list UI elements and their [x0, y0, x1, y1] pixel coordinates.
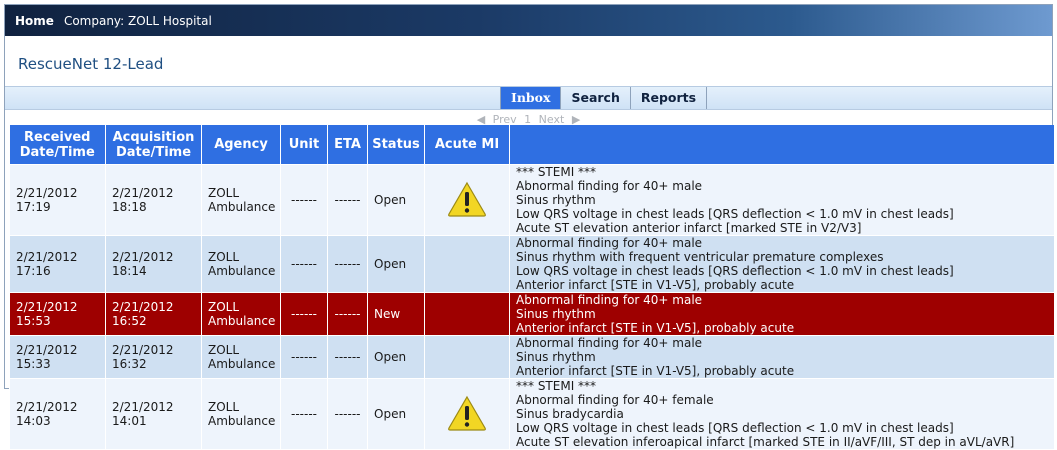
- acute-mi-cell: [424, 335, 510, 379]
- table-row[interactable]: 2/21/2012 17:19 2/21/2012 18:18 ZOLL Ambula…: [9, 164, 1055, 236]
- received-cell: 2/21/2012 15:33: [9, 335, 106, 379]
- tab-search[interactable]: Search: [561, 87, 631, 109]
- top-navigation-bar: Home Company: ZOLL Hospital: [5, 5, 1052, 36]
- unit-cell: ------: [280, 292, 328, 336]
- tab-inbox[interactable]: Inbox: [500, 87, 562, 109]
- col-received[interactable]: Received Date/Time: [9, 125, 106, 165]
- interpretation-cell: Abnormal finding for 40+ male Sinus rhyt…: [509, 335, 1055, 379]
- acquisition-cell: 2/21/2012 18:14: [105, 235, 202, 293]
- acquisition-cell: 2/21/2012 18:18: [105, 164, 202, 236]
- tab-reports[interactable]: Reports: [631, 87, 708, 109]
- table-row[interactable]: 2/21/2012 17:16 2/21/2012 18:14 ZOLL Ambula…: [9, 235, 1055, 293]
- col-acquisition[interactable]: Acquisition Date/Time: [105, 125, 202, 165]
- table-header-row: Received Date/Time Acquisition Date/Time A…: [9, 125, 1055, 165]
- acquisition-cell: 2/21/2012 16:52: [105, 292, 202, 336]
- unit-cell: ------: [280, 378, 328, 450]
- acute-mi-cell: [424, 378, 510, 450]
- table-row[interactable]: 2/21/2012 15:33 2/21/2012 16:32 ZOLL Ambula…: [9, 335, 1055, 379]
- col-acute-mi[interactable]: Acute MI: [424, 125, 510, 165]
- received-cell: 2/21/2012 17:19: [9, 164, 106, 236]
- ecg-inbox-table: Received Date/Time Acquisition Date/Time A…: [9, 125, 1055, 450]
- status-cell: Open: [367, 335, 425, 379]
- status-cell: Open: [367, 378, 425, 450]
- interpretation-cell: *** STEMI *** Abnormal finding for 40+ f…: [509, 378, 1055, 450]
- agency-cell: ZOLL Ambulance: [201, 164, 281, 236]
- acute-mi-cell: [424, 235, 510, 293]
- status-cell: Open: [367, 164, 425, 236]
- eta-cell: ------: [327, 378, 368, 450]
- eta-cell: ------: [327, 292, 368, 336]
- home-link[interactable]: Home: [15, 14, 54, 28]
- received-cell: 2/21/2012 15:53: [9, 292, 106, 336]
- eta-cell: ------: [327, 335, 368, 379]
- table-row-new[interactable]: 2/21/2012 15:53 2/21/2012 16:52 ZOLL Ambula…: [9, 292, 1055, 336]
- unit-cell: ------: [280, 335, 328, 379]
- received-cell: 2/21/2012 14:03: [9, 378, 106, 450]
- app-title: RescueNet 12-Lead: [18, 55, 164, 73]
- col-status[interactable]: Status: [367, 125, 425, 165]
- unit-cell: ------: [280, 235, 328, 293]
- interpretation-cell: Abnormal finding for 40+ male Sinus rhyt…: [509, 292, 1055, 336]
- col-interpretation: [509, 125, 1055, 165]
- status-cell: Open: [367, 235, 425, 293]
- acquisition-cell: 2/21/2012 16:32: [105, 335, 202, 379]
- agency-cell: ZOLL Ambulance: [201, 292, 281, 336]
- received-cell: 2/21/2012 17:16: [9, 235, 106, 293]
- company-label: Company: ZOLL Hospital: [63, 13, 212, 28]
- interpretation-cell: Abnormal finding for 40+ male Sinus rhyt…: [509, 235, 1055, 293]
- eta-cell: ------: [327, 164, 368, 236]
- warning-icon: [448, 395, 486, 431]
- col-agency[interactable]: Agency: [201, 125, 281, 165]
- warning-icon: [448, 181, 486, 217]
- tab-bar: Inbox Search Reports: [5, 86, 1052, 110]
- col-eta[interactable]: ETA: [327, 125, 368, 165]
- table-row[interactable]: 2/21/2012 14:03 2/21/2012 14:01 ZOLL Ambula…: [9, 378, 1055, 450]
- unit-cell: ------: [280, 164, 328, 236]
- eta-cell: ------: [327, 235, 368, 293]
- agency-cell: ZOLL Ambulance: [201, 335, 281, 379]
- status-cell: New: [367, 292, 425, 336]
- interpretation-cell: *** STEMI *** Abnormal finding for 40+ m…: [509, 164, 1055, 236]
- agency-cell: ZOLL Ambulance: [201, 378, 281, 450]
- acute-mi-cell: [424, 164, 510, 236]
- col-unit[interactable]: Unit: [280, 125, 328, 165]
- acquisition-cell: 2/21/2012 14:01: [105, 378, 202, 450]
- agency-cell: ZOLL Ambulance: [201, 235, 281, 293]
- acute-mi-cell: [424, 292, 510, 336]
